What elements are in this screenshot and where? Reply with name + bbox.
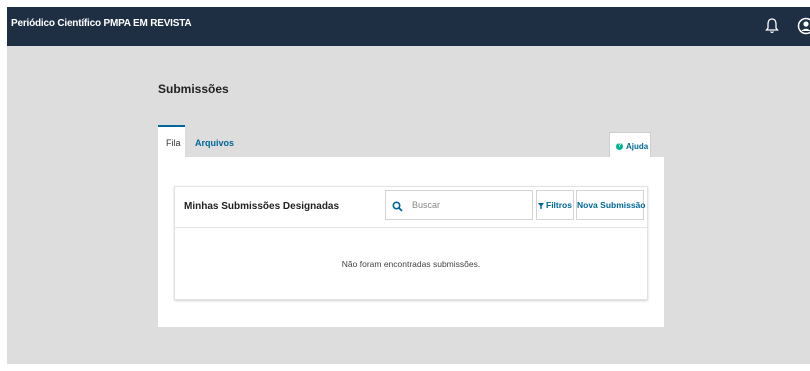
filters-label: Filtros	[546, 200, 572, 210]
tab-arquivos-label: Arquivos	[195, 138, 235, 148]
empty-state-message: Não foram encontradas submissões.	[341, 259, 481, 269]
list-header: Minhas Submissões Designadas Filtros	[175, 187, 647, 228]
list-title: Minhas Submissões Designadas	[184, 201, 340, 212]
search-input[interactable]	[412, 198, 527, 212]
site-title-link[interactable]: Periódico Científico PMPA EM REVISTA	[11, 18, 192, 29]
page-title: Submissões	[158, 82, 229, 96]
bell-icon[interactable]	[765, 17, 779, 35]
filters-button[interactable]: Filtros	[536, 190, 574, 220]
tab-fila-label: Fila	[166, 138, 181, 148]
search-box	[385, 190, 533, 220]
new-submission-button[interactable]: Nova Submissão	[576, 190, 646, 220]
search-icon	[392, 199, 403, 212]
submissions-list: Minhas Submissões Designadas Filtros	[174, 186, 648, 300]
help-label: Ajuda	[626, 142, 649, 151]
app-window: Periódico Científico PMPA EM REVISTA Sub…	[7, 7, 810, 364]
filter-icon	[538, 201, 544, 209]
help-icon: ?	[616, 143, 623, 150]
help-button[interactable]: ? Ajuda	[609, 132, 651, 157]
user-icon[interactable]	[797, 17, 810, 35]
submissions-panel: Minhas Submissões Designadas Filtros	[158, 157, 664, 327]
tab-fila[interactable]: Fila	[158, 125, 185, 157]
tab-arquivos[interactable]: Arquivos	[193, 125, 253, 157]
top-navbar: Periódico Científico PMPA EM REVISTA	[7, 7, 810, 46]
